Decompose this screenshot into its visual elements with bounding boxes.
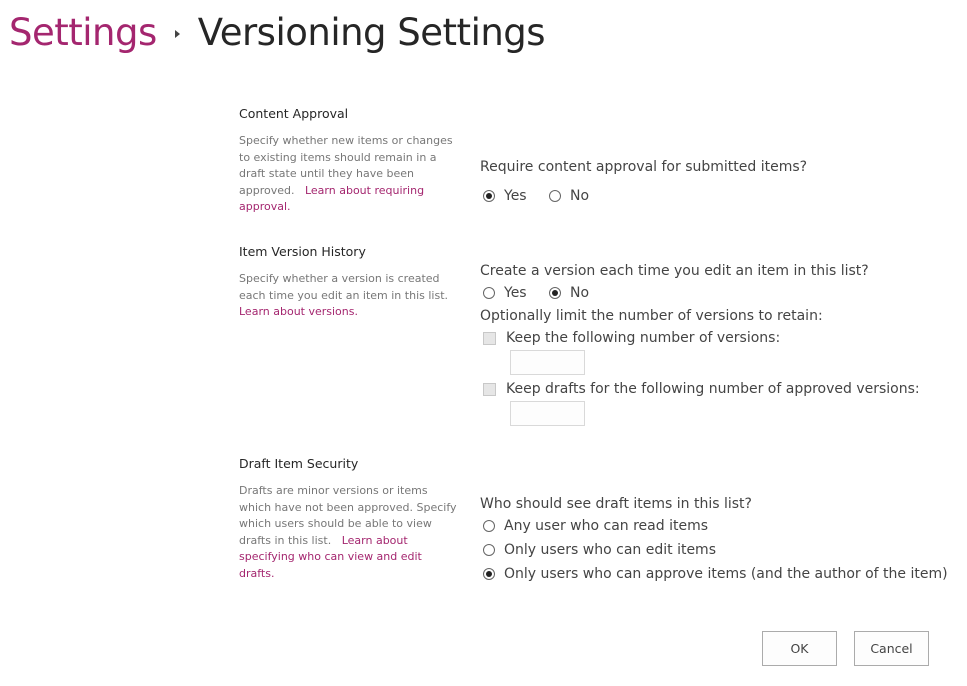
ok-button[interactable]: OK (762, 631, 837, 666)
radio-yes-selected[interactable] (483, 190, 495, 202)
content-approval-yes-option[interactable]: Yes (483, 188, 527, 204)
radio-no[interactable] (549, 190, 561, 202)
radio-edit-users[interactable] (483, 544, 495, 556)
radio-any-user[interactable] (483, 520, 495, 532)
radio-no-selected[interactable] (549, 287, 561, 299)
keep-versions-option[interactable]: Keep the following number of versions: (483, 330, 780, 346)
content-approval-heading: Content Approval (239, 106, 349, 121)
content-approval-no-option[interactable]: No (549, 188, 589, 204)
draft-approve-users-option[interactable]: Only users who can approve items (and th… (483, 566, 948, 582)
content-approval-description: Specify whether new items or changes to … (239, 133, 459, 216)
version-yes-option[interactable]: Yes (483, 285, 527, 301)
option-label: Only users who can approve items (and th… (504, 566, 948, 582)
learn-about-versions-link[interactable]: Learn about versions. (239, 305, 358, 318)
version-no-option[interactable]: No (549, 285, 589, 301)
limit-versions-label: Optionally limit the number of versions … (480, 308, 823, 324)
option-label: Keep drafts for the following number of … (506, 381, 920, 397)
option-label: Only users who can edit items (504, 542, 716, 558)
option-label: Any user who can read items (504, 518, 709, 534)
draft-item-security-heading: Draft Item Security (239, 456, 359, 471)
keep-drafts-option[interactable]: Keep drafts for the following number of … (483, 381, 920, 397)
option-label: No (570, 188, 590, 204)
keep-drafts-checkbox[interactable] (483, 382, 496, 396)
option-label: Keep the following number of versions: (506, 330, 781, 346)
option-label: No (570, 285, 590, 301)
draft-item-security-description: Drafts are minor versions or items which… (239, 483, 459, 582)
radio-yes[interactable] (483, 287, 495, 299)
keep-versions-input[interactable] (510, 350, 585, 375)
option-label: Yes (504, 285, 527, 301)
keep-versions-checkbox[interactable] (483, 331, 496, 345)
triangle-right-icon (174, 30, 180, 38)
item-version-history-description-text: Specify whether a version is created eac… (239, 272, 448, 302)
breadcrumb-settings-link[interactable]: Settings (9, 11, 157, 54)
page-title: Versioning Settings (197, 10, 546, 54)
keep-drafts-input[interactable] (510, 401, 585, 426)
item-version-history-description: Specify whether a version is created eac… (239, 271, 459, 321)
radio-approve-users-selected[interactable] (483, 568, 495, 580)
draft-security-question: Who should see draft items in this list? (480, 496, 752, 512)
item-version-history-heading: Item Version History (239, 244, 366, 259)
breadcrumb: Settings Versioning Settings (9, 4, 546, 60)
version-question: Create a version each time you edit an i… (480, 263, 869, 279)
draft-any-user-option[interactable]: Any user who can read items (483, 518, 708, 534)
cancel-button[interactable]: Cancel (854, 631, 929, 666)
option-label: Yes (504, 188, 527, 204)
draft-edit-users-option[interactable]: Only users who can edit items (483, 542, 716, 558)
content-approval-question: Require content approval for submitted i… (480, 159, 808, 175)
